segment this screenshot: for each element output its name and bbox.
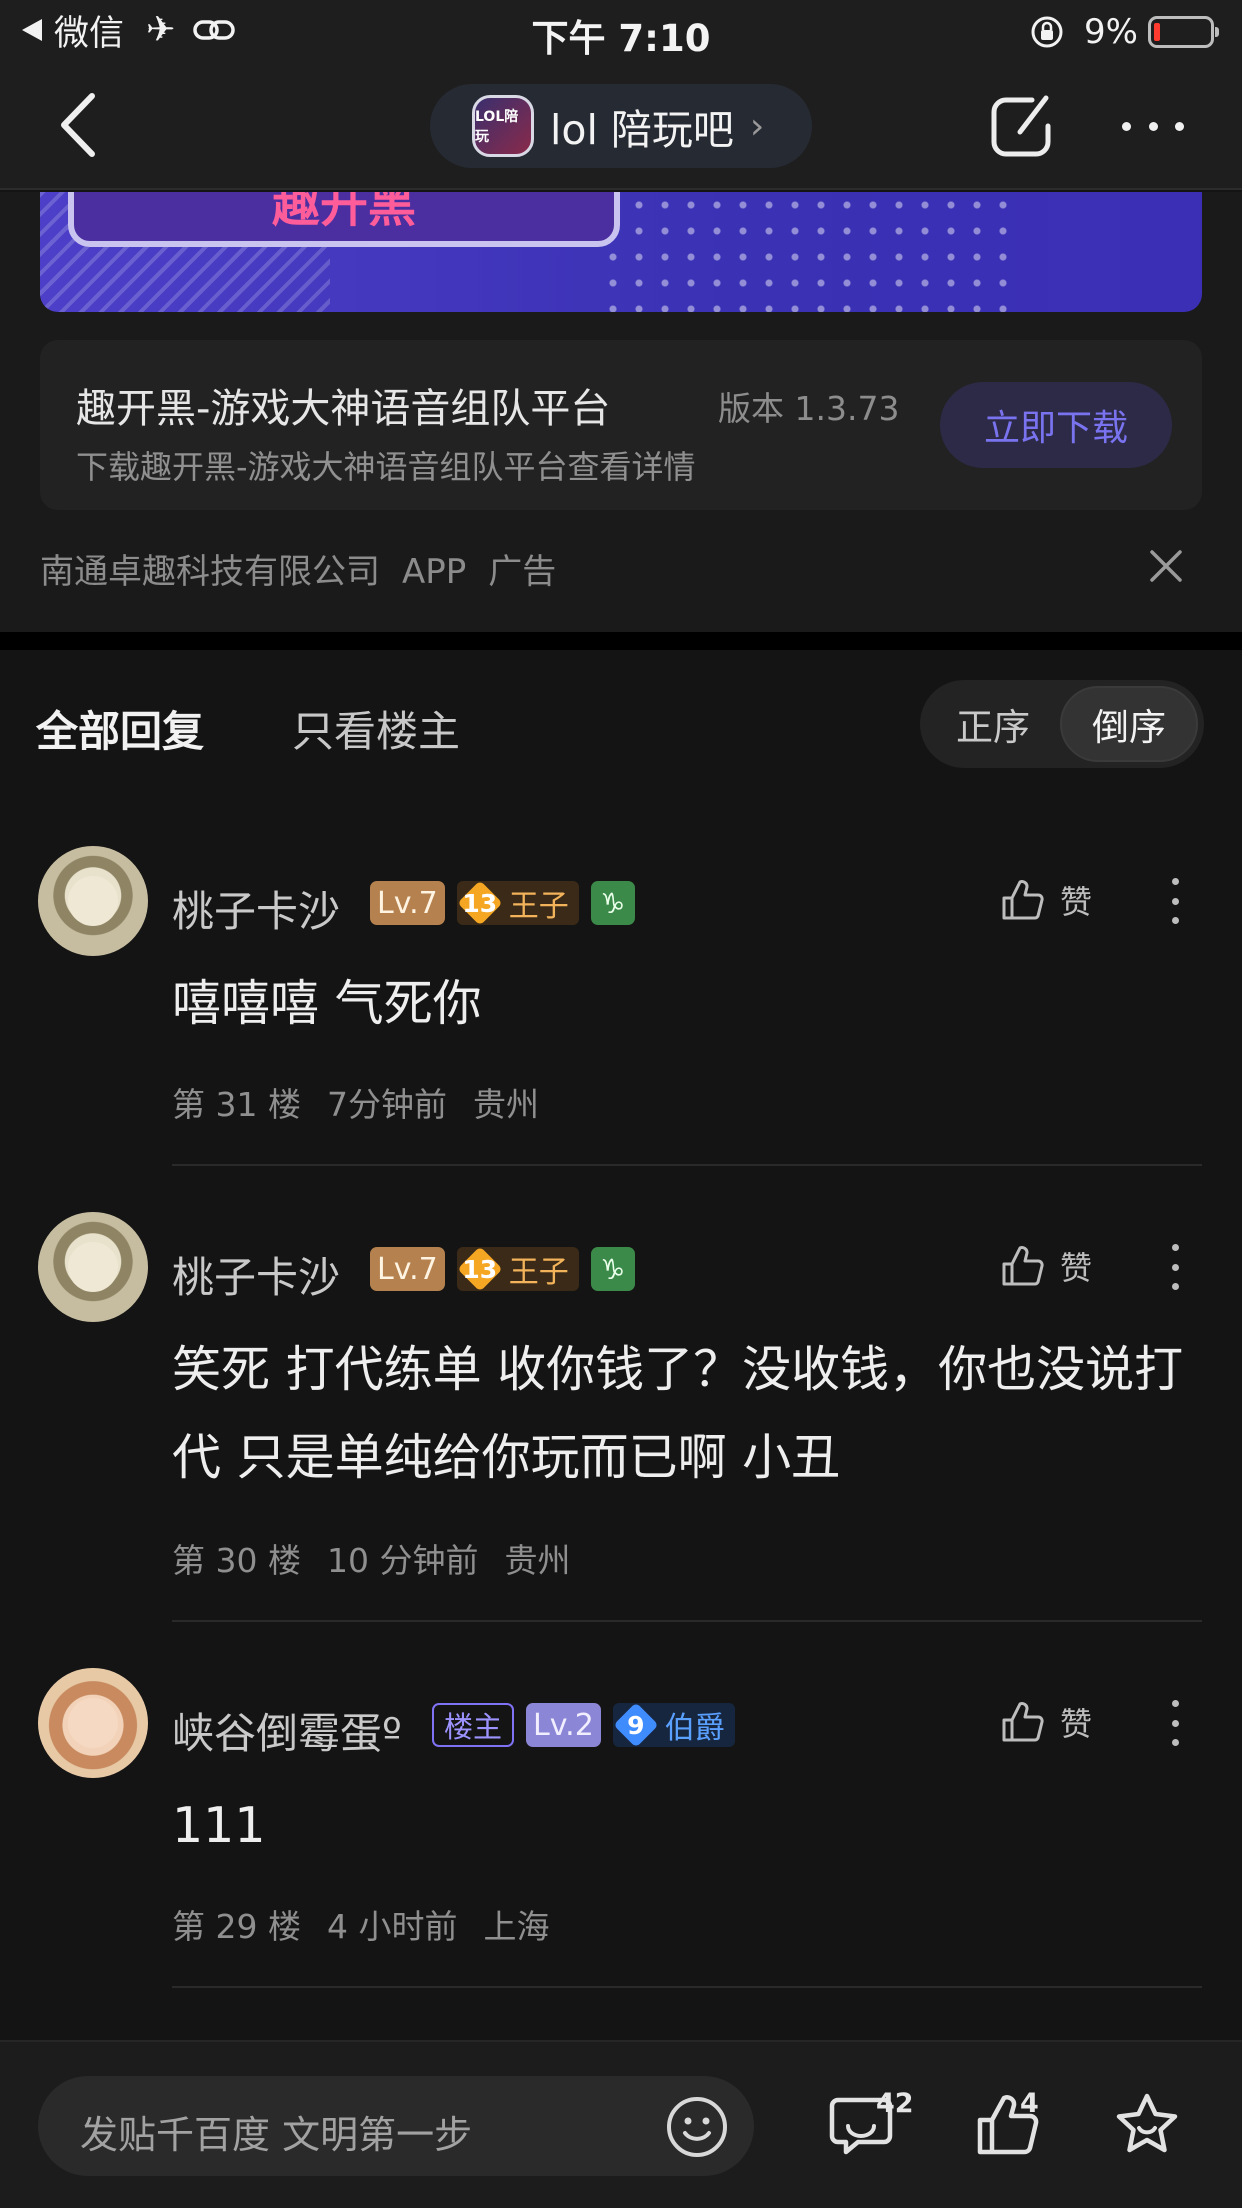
like-label: 赞 — [1060, 1705, 1093, 1743]
comment-meta: 第 29 楼 4 小时前 上海 — [172, 1900, 575, 1948]
level-badge: Lv.7 — [370, 1247, 445, 1291]
diamond-rank-icon: 13 — [457, 1246, 503, 1292]
tab-op-only[interactable]: 只看楼主 — [292, 698, 460, 759]
level-badge: Lv.7 — [370, 881, 445, 925]
sort-ascending-button[interactable]: 正序 — [928, 686, 1058, 762]
forum-name: lol 陪玩吧 — [550, 106, 734, 154]
back-arrow-icon[interactable] — [52, 90, 112, 160]
status-bar: 微信 ✈ 下午 7:10 9% — [0, 0, 1242, 62]
thumbs-up-icon — [1002, 1702, 1044, 1742]
reply-filter-tabs: 全部回复 只看楼主 正序 倒序 — [0, 650, 1242, 800]
tab-all-replies[interactable]: 全部回复 — [36, 698, 204, 759]
post-time: 7分钟前 — [326, 1085, 447, 1124]
divider — [172, 1164, 1202, 1166]
post-time: 10 分钟前 — [326, 1541, 479, 1580]
close-icon[interactable] — [1148, 548, 1184, 584]
comment-text: 111 — [172, 1797, 266, 1854]
share-edit-icon[interactable] — [986, 92, 1056, 162]
rank-title: 伯爵 — [664, 1711, 725, 1746]
username[interactable]: 桃子卡沙 — [172, 1244, 340, 1305]
chevron-right-icon: › — [749, 105, 765, 147]
like-count: 4 — [1020, 2088, 1039, 2119]
comment-item: 桃子卡沙 Lv.7 13 王子 ♑ 赞 笑死 打代练单 收你钱了？没收钱，你也没… — [0, 1212, 1242, 1672]
sort-descending-button[interactable]: 倒序 — [1060, 686, 1198, 762]
zodiac-badge: ♑ — [590, 1247, 635, 1291]
comment-item: 桃子卡沙 Lv.7 13 王子 ♑ 赞 嘻嘻嘻 气死你 第 31 楼 7分钟前 贵州 — [0, 846, 1242, 1226]
ad-section: 趣开黑 趣开黑-游戏大神语音组队平台 版本 1.3.73 下载趣开黑-游戏大神语… — [0, 192, 1242, 632]
more-options-icon[interactable] — [1122, 116, 1184, 136]
more-options-icon[interactable] — [1172, 878, 1180, 924]
avatar[interactable] — [38, 846, 148, 956]
forum-entry-button[interactable]: LOL陪玩 lol 陪玩吧 › — [430, 84, 812, 168]
floor-number: 第 29 楼 — [172, 1907, 301, 1946]
ad-company: 南通卓趣科技有限公司 — [40, 552, 380, 592]
ad-app-description: 下载趣开黑-游戏大神语音组队平台查看详情 — [76, 448, 696, 486]
ad-app-title: 趣开黑-游戏大神语音组队平台 — [76, 386, 611, 432]
star-icon[interactable] — [1112, 2090, 1182, 2160]
comment-text: 笑死 打代练单 收你钱了？没收钱，你也没说打代 只是单纯给你玩而已啊 小丑 — [172, 1341, 1184, 1486]
rotation-lock-icon — [1031, 16, 1063, 48]
rank-badge: 13 王子 — [456, 1246, 579, 1292]
diamond-rank-icon: 13 — [457, 880, 503, 926]
ad-app-card[interactable]: 趣开黑-游戏大神语音组队平台 版本 1.3.73 下载趣开黑-游戏大神语音组队平… — [40, 340, 1202, 510]
op-badge: 楼主 — [432, 1703, 515, 1747]
like-label: 赞 — [1060, 1249, 1093, 1287]
floor-number: 第 31 楼 — [172, 1085, 301, 1124]
comment-count: 42 — [876, 2088, 914, 2119]
user-badges: 楼主 Lv.2 9 伯爵 — [432, 1702, 747, 1748]
like-label: 赞 — [1060, 883, 1093, 921]
reply-placeholder: 发贴千百度 文明第一步 — [80, 2113, 473, 2157]
user-badges: Lv.7 13 王子 ♑ — [370, 1246, 635, 1292]
comment-text: 嘻嘻嘻 气死你 — [172, 975, 482, 1032]
username[interactable]: 峡谷倒霉蛋º — [172, 1700, 402, 1761]
thumbs-up-icon — [1002, 1246, 1044, 1286]
diamond-rank-icon: 9 — [613, 1702, 659, 1748]
divider — [172, 1620, 1202, 1622]
ad-banner-image[interactable]: 趣开黑 — [40, 192, 1202, 312]
sort-toggle: 正序 倒序 — [920, 680, 1204, 768]
like-button[interactable]: 赞 — [998, 1698, 1092, 1746]
comment-meta: 第 31 楼 7分钟前 贵州 — [172, 1078, 565, 1126]
location: 贵州 — [504, 1541, 571, 1580]
comment-item: 峡谷倒霉蛋º 楼主 Lv.2 9 伯爵 赞 111 第 29 楼 4 小时前 上海 — [0, 1668, 1242, 2048]
zodiac-badge: ♑ — [590, 881, 635, 925]
username[interactable]: 桃子卡沙 — [172, 878, 340, 939]
section-divider — [0, 632, 1242, 650]
status-right: 9% — [1030, 12, 1219, 52]
user-badges: Lv.7 13 王子 ♑ — [370, 880, 635, 926]
emoji-icon[interactable] — [664, 2094, 730, 2160]
more-options-icon[interactable] — [1172, 1700, 1180, 1746]
ad-banner-logo: 趣开黑 — [68, 192, 620, 247]
download-button[interactable]: 立即下载 — [940, 382, 1172, 468]
bottom-bar: 发贴千百度 文明第一步 42 4 — [0, 2040, 1242, 2208]
divider — [172, 1986, 1202, 1988]
forum-logo: LOL陪玩 — [472, 95, 534, 157]
avatar[interactable] — [38, 1212, 148, 1322]
location: 上海 — [483, 1907, 550, 1946]
battery-icon — [1148, 16, 1219, 48]
ad-label: 广告 — [488, 552, 557, 592]
post-time: 4 小时前 — [326, 1907, 458, 1946]
rank-badge: 13 王子 — [456, 880, 579, 926]
ad-type: APP — [402, 552, 467, 592]
ad-meta: 南通卓趣科技有限公司 APP 广告 — [40, 544, 578, 593]
rank-title: 王子 — [508, 1255, 569, 1290]
like-button[interactable]: 赞 — [998, 876, 1092, 924]
rank-title: 王子 — [508, 889, 569, 924]
replies-section: 全部回复 只看楼主 正序 倒序 桃子卡沙 Lv.7 13 王子 ♑ 赞 嘻嘻嘻 … — [0, 650, 1242, 2040]
ad-app-version: 版本 1.3.73 — [718, 389, 900, 428]
rank-badge: 9 伯爵 — [612, 1702, 735, 1748]
avatar[interactable] — [38, 1668, 148, 1778]
comment-meta: 第 30 楼 10 分钟前 贵州 — [172, 1534, 596, 1582]
reply-input[interactable]: 发贴千百度 文明第一步 — [38, 2076, 754, 2176]
location: 贵州 — [472, 1085, 539, 1124]
thumbs-up-icon — [1002, 880, 1044, 920]
level-badge: Lv.2 — [526, 1703, 601, 1747]
nav-bar: LOL陪玩 lol 陪玩吧 › — [0, 62, 1242, 190]
floor-number: 第 30 楼 — [172, 1541, 301, 1580]
battery-percent: 9% — [1084, 12, 1138, 52]
more-options-icon[interactable] — [1172, 1244, 1180, 1290]
like-button[interactable]: 赞 — [998, 1242, 1092, 1290]
